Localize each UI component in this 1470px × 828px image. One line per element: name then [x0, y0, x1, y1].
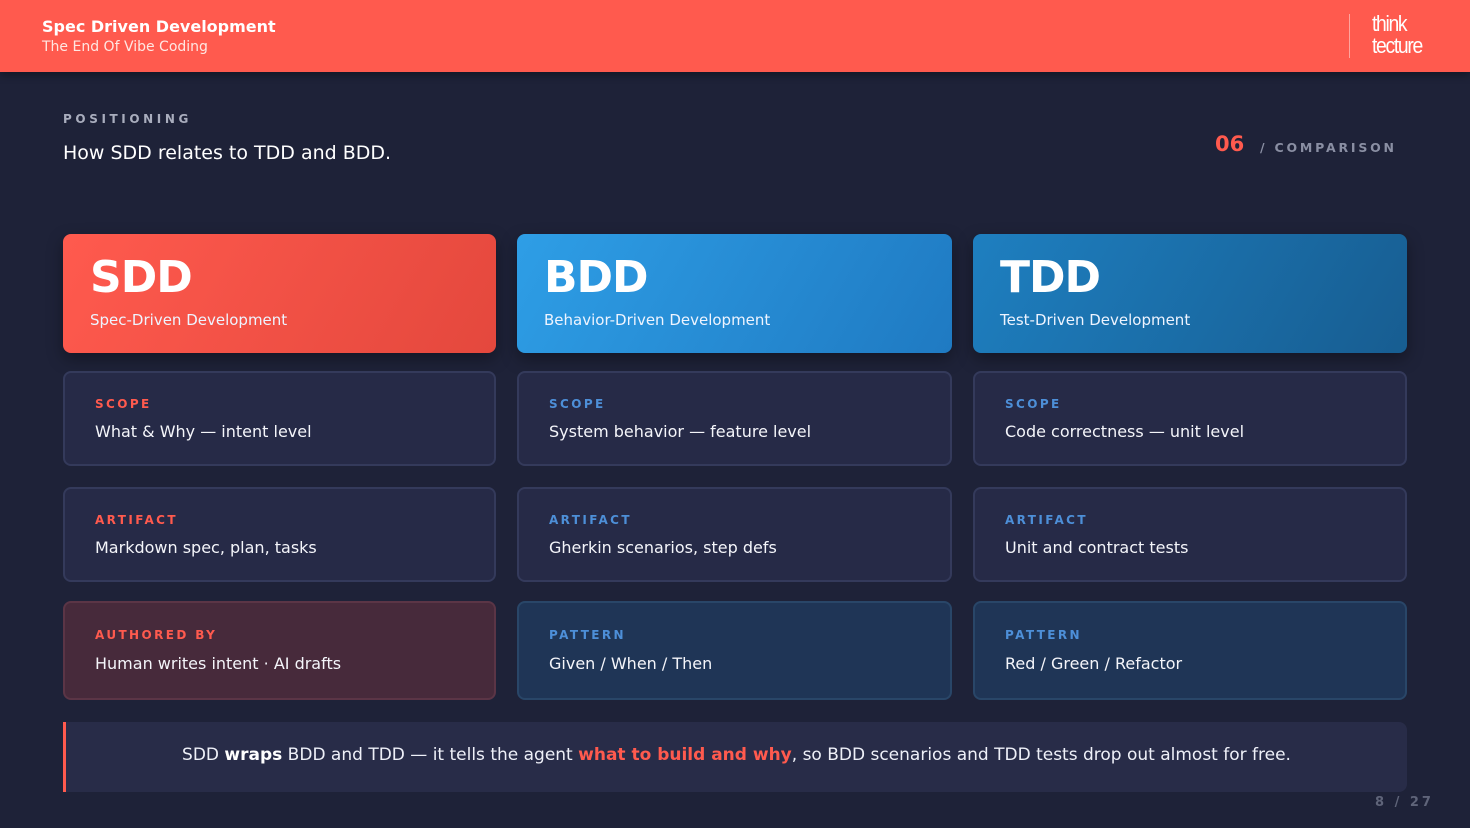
slide-headline: How SDD relates to TDD and BDD.	[63, 142, 392, 164]
cell-label: SCOPE	[95, 397, 152, 411]
section-label: / COMPARISON	[1260, 140, 1397, 155]
summary-callout: SDD wraps BDD and TDD — it tells the age…	[63, 722, 1407, 792]
bdd-full-name: Behavior-Driven Development	[544, 311, 771, 329]
bdd-abbreviation: BDD	[544, 252, 649, 303]
cell-label: PATTERN	[549, 628, 626, 642]
bdd-pattern-cell: PATTERN Given / When / Then	[517, 601, 952, 700]
bdd-header-card: BDD Behavior-Driven Development	[517, 234, 952, 353]
callout-part-5: , so BDD scenarios and TDD tests drop ou…	[791, 745, 1291, 765]
callout-part-1: SDD	[182, 745, 225, 765]
tdd-header-card: TDD Test-Driven Development	[973, 234, 1407, 353]
logo-line-2: tecture	[1372, 33, 1423, 58]
tdd-abbreviation: TDD	[1000, 252, 1101, 303]
callout-part-3: BDD and TDD — it tells the agent	[282, 745, 579, 765]
callout-emphasis-wraps: wraps	[224, 745, 283, 765]
header-divider	[1349, 14, 1350, 58]
sdd-header-card: SDD Spec-Driven Development	[63, 234, 496, 353]
cell-label: PATTERN	[1005, 628, 1082, 642]
cell-value: Code correctness — unit level	[1005, 422, 1245, 441]
callout-highlight: what to build and why	[578, 745, 792, 765]
top-bar: Spec Driven Development The End Of Vibe …	[0, 0, 1470, 72]
cell-label: AUTHORED BY	[95, 628, 218, 642]
cell-value: Given / When / Then	[549, 654, 713, 673]
tdd-pattern-cell: PATTERN Red / Green / Refactor	[973, 601, 1407, 700]
cell-label: ARTIFACT	[549, 513, 632, 527]
slide-eyebrow: POSITIONING	[63, 112, 192, 126]
sdd-authored-by-cell: AUTHORED BY Human writes intent · AI dra…	[63, 601, 496, 700]
cell-label: ARTIFACT	[1005, 513, 1088, 527]
cell-value: What & Why — intent level	[95, 422, 312, 441]
deck-subtitle: The End Of Vibe Coding	[42, 39, 208, 55]
sdd-abbreviation: SDD	[90, 252, 193, 303]
cell-value: Markdown spec, plan, tasks	[95, 538, 317, 557]
cell-value: Red / Green / Refactor	[1005, 654, 1183, 673]
cell-value: System behavior — feature level	[549, 422, 812, 441]
bdd-artifact-cell: ARTIFACT Gherkin scenarios, step defs	[517, 487, 952, 582]
sdd-scope-cell: SCOPE What & Why — intent level	[63, 371, 496, 466]
cell-value: Unit and contract tests	[1005, 538, 1189, 557]
callout-text: SDD wraps BDD and TDD — it tells the age…	[66, 745, 1407, 765]
cell-label: ARTIFACT	[95, 513, 178, 527]
sdd-artifact-cell: ARTIFACT Markdown spec, plan, tasks	[63, 487, 496, 582]
cell-value: Human writes intent · AI drafts	[95, 654, 342, 673]
cell-label: SCOPE	[1005, 397, 1062, 411]
deck-title: Spec Driven Development	[42, 17, 276, 36]
page-indicator: 8 / 27	[1375, 795, 1434, 810]
logo-line-1: think	[1372, 11, 1408, 36]
cell-value: Gherkin scenarios, step defs	[549, 538, 777, 557]
cell-label: SCOPE	[549, 397, 606, 411]
tdd-full-name: Test-Driven Development	[1000, 311, 1191, 329]
tdd-scope-cell: SCOPE Code correctness — unit level	[973, 371, 1407, 466]
section-number: 06	[1215, 132, 1245, 156]
sdd-full-name: Spec-Driven Development	[90, 311, 288, 329]
bdd-scope-cell: SCOPE System behavior — feature level	[517, 371, 952, 466]
thinktecture-logo: think tecture	[1372, 11, 1423, 58]
tdd-artifact-cell: ARTIFACT Unit and contract tests	[973, 487, 1407, 582]
